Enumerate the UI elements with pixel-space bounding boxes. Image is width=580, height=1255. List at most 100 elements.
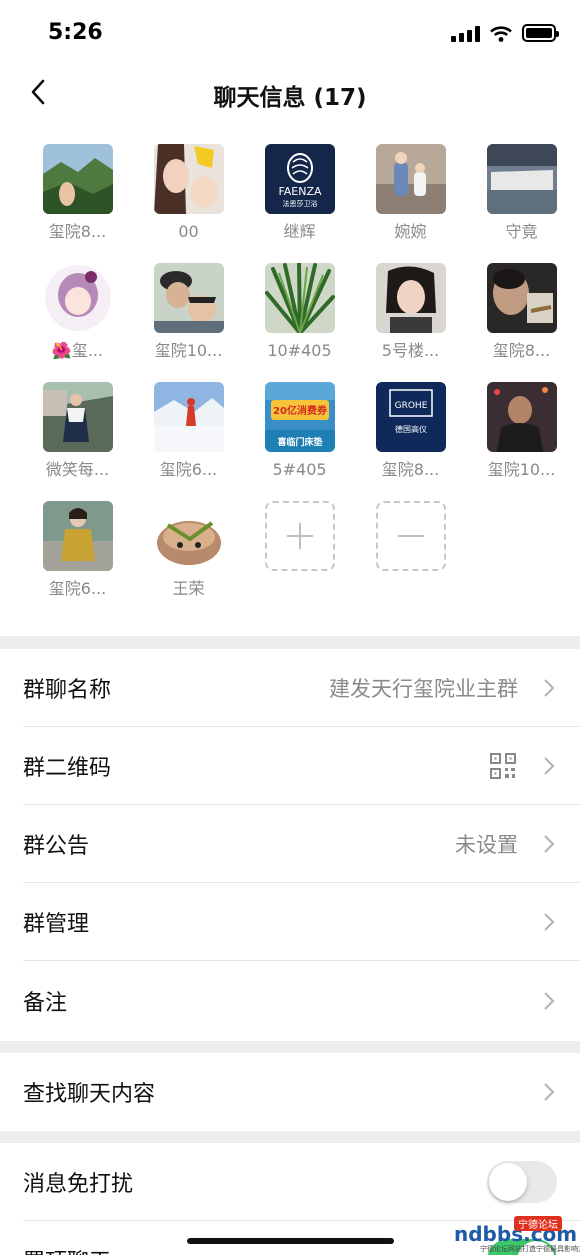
wifi-icon	[490, 26, 512, 42]
member-item[interactable]: 玺院6...	[133, 382, 244, 480]
member-name: 玺院8...	[492, 341, 551, 360]
member-name: 🌺玺...	[51, 341, 104, 360]
ad-small-text: 喜临门床垫	[277, 436, 322, 448]
announcement-row[interactable]: 群公告 未设置	[0, 805, 580, 883]
chevron-right-icon	[544, 679, 555, 697]
ad-big-text: 20亿消费券	[273, 404, 328, 417]
plus-icon	[286, 523, 313, 549]
member-item[interactable]: 玺院8...	[22, 144, 133, 242]
mute-row: 消息免打扰	[0, 1143, 580, 1221]
group-name-row[interactable]: 群聊名称 建发天行玺院业主群	[0, 649, 580, 727]
member-name: 继辉	[283, 222, 316, 241]
chevron-right-icon	[544, 913, 555, 931]
header-and-members: 5:26 聊天信息 (17) 玺院8... 00 FAENZA 法恩莎卫浴 继辉…	[0, 0, 580, 636]
mute-label: 消息免打扰	[23, 1172, 134, 1197]
avatar: 20亿消费券 喜临门床垫	[264, 382, 335, 452]
remark-label: 备注	[23, 991, 68, 1016]
group-name-value: 建发天行玺院业主群	[329, 677, 518, 701]
qr-code-icon	[490, 753, 516, 779]
member-name: 玺院10...	[487, 460, 556, 479]
member-name: 微笑每...	[45, 460, 110, 479]
search-chat-row[interactable]: 查找聊天内容	[0, 1053, 580, 1131]
member-name: 守竟	[505, 222, 538, 241]
member-name: 玺院10...	[154, 341, 223, 360]
avatar	[42, 382, 113, 452]
member-item[interactable]: 5号楼...	[355, 263, 466, 361]
member-name: 玺院6...	[159, 460, 218, 479]
grohe-logo-text: GROHE	[394, 401, 427, 411]
group-qr-label: 群二维码	[23, 756, 112, 781]
watermark-tag: 宁德论坛	[514, 1216, 562, 1231]
search-chat-label: 查找聊天内容	[23, 1082, 156, 1107]
avatar	[486, 144, 557, 214]
pin-label: 置顶聊天	[23, 1244, 111, 1255]
page-title: 聊天信息 (17)	[213, 85, 367, 111]
member-item[interactable]: 婉婉	[355, 144, 466, 242]
member-name: 00	[178, 222, 199, 241]
minus-icon	[397, 535, 424, 537]
member-item[interactable]: 王荣	[133, 501, 244, 599]
member-name: 玺院6...	[48, 579, 107, 598]
group-manage-row[interactable]: 群管理	[0, 883, 580, 961]
avatar	[42, 501, 113, 571]
grohe-logo-sub: 德国高仪	[395, 424, 427, 434]
member-item[interactable]: 10#405	[244, 263, 355, 361]
add-member-button[interactable]	[264, 501, 335, 571]
announcement-label: 群公告	[23, 834, 90, 859]
remove-member-item	[355, 501, 466, 599]
avatar: GROHE 德国高仪	[375, 382, 446, 452]
member-item[interactable]: 玺院10...	[133, 263, 244, 361]
chevron-right-icon	[544, 757, 555, 775]
status-icons	[451, 24, 559, 42]
add-member-item	[244, 501, 355, 599]
member-item[interactable]: 玺院6...	[22, 501, 133, 599]
member-name: 5#405	[272, 460, 327, 479]
member-name: 婉婉	[394, 222, 427, 241]
avatar	[42, 144, 113, 214]
avatar: FAENZA 法恩莎卫浴	[264, 144, 335, 214]
member-item[interactable]: 微笑每...	[22, 382, 133, 480]
remove-member-button[interactable]	[375, 501, 446, 571]
signal-icon	[451, 26, 480, 42]
member-item[interactable]: 玺院8...	[466, 263, 577, 361]
group-qr-row[interactable]: 群二维码	[0, 727, 580, 805]
faenza-logo-sub: 法恩莎卫浴	[282, 199, 317, 208]
member-item[interactable]: 00	[133, 144, 244, 242]
home-indicator	[187, 1238, 394, 1244]
chevron-right-icon	[544, 1083, 555, 1101]
member-name: 王荣	[172, 579, 205, 598]
faenza-logo-text: FAENZA	[278, 185, 322, 198]
avatar	[42, 263, 113, 333]
mute-toggle[interactable]	[487, 1161, 557, 1203]
avatar	[375, 144, 446, 214]
member-item[interactable]: FAENZA 法恩莎卫浴 继辉	[244, 144, 355, 242]
member-item[interactable]: 20亿消费券 喜临门床垫 5#405	[244, 382, 355, 480]
avatar	[153, 263, 224, 333]
avatar	[153, 501, 224, 571]
member-name: 10#405	[267, 341, 332, 360]
watermark: ndbbs.com 宁德论坛 宁德论坛网站打造宁德最具影响力的社区	[454, 1216, 580, 1253]
avatar	[486, 382, 557, 452]
member-name: 玺院8...	[381, 460, 440, 479]
avatar	[486, 263, 557, 333]
chevron-right-icon	[544, 992, 555, 1010]
group-name-label: 群聊名称	[23, 678, 112, 703]
status-time: 5:26	[48, 20, 103, 45]
avatar	[264, 263, 335, 333]
remark-row[interactable]: 备注	[0, 961, 580, 1041]
member-item[interactable]: 🌺玺...	[22, 263, 133, 361]
avatar	[375, 263, 446, 333]
watermark-sub: 宁德论坛网站打造宁德最具影响力的社区	[480, 1245, 580, 1253]
toggle-knob	[489, 1163, 527, 1201]
chevron-right-icon	[544, 835, 555, 853]
member-name: 5号楼...	[381, 341, 440, 360]
battery-icon	[522, 24, 559, 42]
member-item[interactable]: 守竟	[466, 144, 577, 242]
member-grid: 玺院8... 00 FAENZA 法恩莎卫浴 继辉 婉婉 守竟 🌺玺... 玺院…	[22, 144, 578, 599]
member-item[interactable]: 玺院10...	[466, 382, 577, 480]
avatar	[153, 382, 224, 452]
group-manage-label: 群管理	[23, 912, 90, 937]
avatar	[153, 144, 224, 214]
announcement-value: 未设置	[455, 833, 518, 857]
member-item[interactable]: GROHE 德国高仪 玺院8...	[355, 382, 466, 480]
